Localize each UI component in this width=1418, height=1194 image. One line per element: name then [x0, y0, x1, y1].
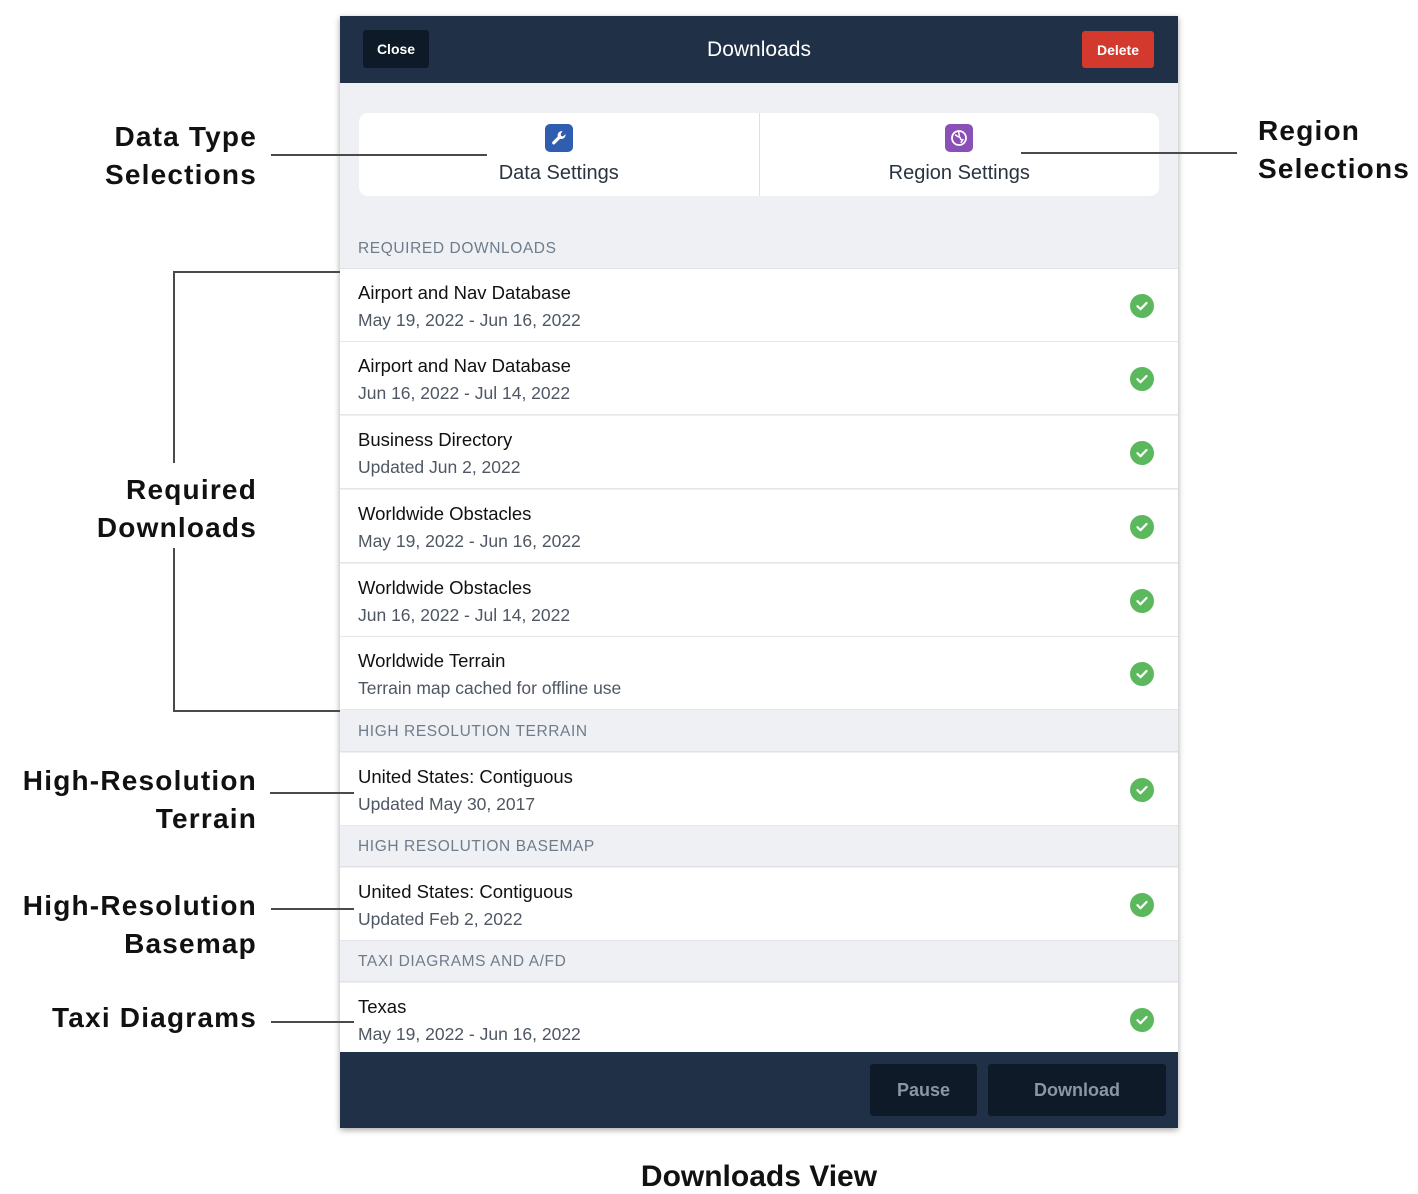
wrench-icon [544, 124, 573, 152]
bracket-line [173, 710, 340, 712]
callout-hr-basemap: High-Resolution Basemap [4, 887, 257, 963]
checkmark-icon [1130, 893, 1154, 917]
callout-line-1: Required [126, 474, 257, 505]
callout-line-1: Region [1258, 115, 1361, 146]
close-button[interactable]: Close [363, 30, 429, 68]
page-title: Downloads [707, 38, 811, 61]
callout-data-type: Data Type Selections [40, 118, 257, 194]
checkmark-icon [1130, 1008, 1154, 1032]
bracket-line [173, 271, 340, 273]
item-subtitle: May 19, 2022 - Jun 16, 2022 [358, 1024, 581, 1044]
checkmark-icon [1130, 515, 1154, 539]
section-header-taxi: TAXI DIAGRAMS AND A/FD [340, 942, 1178, 982]
callout-required: Required Downloads [40, 471, 257, 547]
top-bar: Close Downloads Delete [340, 16, 1178, 83]
item-subtitle: Jun 16, 2022 - Jul 14, 2022 [358, 383, 571, 403]
download-button[interactable]: Download [988, 1064, 1166, 1116]
region-settings-label: Region Settings [888, 162, 1030, 184]
checkmark-icon [1130, 662, 1154, 686]
section-header-basemap: HIGH RESOLUTION BASEMAP [340, 827, 1178, 867]
item-title: Worldwide Obstacles [358, 577, 532, 598]
leader-line [271, 154, 487, 156]
item-title: Worldwide Obstacles [358, 503, 532, 524]
region-settings-button[interactable]: Region Settings [758, 113, 1160, 196]
callout-taxi: Taxi Diagrams [20, 999, 257, 1037]
callout-line-1: Taxi Diagrams [52, 1002, 257, 1033]
bottom-bar: Pause Download [340, 1052, 1178, 1128]
item-subtitle: Jun 16, 2022 - Jul 14, 2022 [358, 605, 571, 625]
figure-caption: Downloads View [640, 1160, 878, 1193]
callout-line-1: High-Resolution [22, 765, 257, 796]
section-header-terrain: HIGH RESOLUTION TERRAIN [340, 712, 1178, 752]
data-settings-label: Data Settings [498, 162, 619, 184]
list-item[interactable]: Airport and Nav Database Jun 16, 2022 - … [340, 342, 1178, 415]
list-item[interactable]: United States: Contiguous Updated Feb 2,… [340, 868, 1178, 941]
item-title: Texas [358, 996, 407, 1017]
callout-region: Region Selections [1258, 112, 1418, 188]
item-title: Worldwide Terrain [358, 650, 506, 671]
list-item[interactable]: Worldwide Obstacles Jun 16, 2022 - Jul 1… [340, 564, 1178, 637]
callout-line-1: Data Type [114, 121, 257, 152]
leader-line [270, 792, 354, 794]
item-subtitle: Updated Jun 2, 2022 [358, 457, 521, 477]
list-item[interactable]: Business Directory Updated Jun 2, 2022 [340, 416, 1178, 489]
item-title: Business Directory [358, 429, 513, 450]
callout-line-2: Downloads [96, 512, 257, 543]
leader-line [1021, 152, 1237, 154]
checkmark-icon [1130, 589, 1154, 613]
checkmark-icon [1130, 441, 1154, 465]
bracket-line [173, 548, 175, 712]
leader-line [271, 1021, 354, 1023]
item-subtitle: May 19, 2022 - Jun 16, 2022 [358, 531, 581, 551]
item-title: Airport and Nav Database [358, 355, 571, 376]
checkmark-icon [1130, 367, 1154, 391]
item-title: United States: Contiguous [358, 766, 573, 787]
list-item[interactable]: Worldwide Terrain Terrain map cached for… [340, 637, 1178, 710]
item-subtitle: Updated May 30, 2017 [358, 794, 536, 814]
globe-icon [945, 124, 974, 152]
item-subtitle: Terrain map cached for offline use [358, 678, 622, 698]
item-title: United States: Contiguous [358, 881, 573, 902]
checkmark-icon [1130, 294, 1154, 318]
list-item[interactable]: Worldwide Obstacles May 19, 2022 - Jun 1… [340, 490, 1178, 563]
callout-hr-terrain: High-Resolution Terrain [4, 762, 257, 838]
item-subtitle: Updated Feb 2, 2022 [358, 909, 523, 929]
delete-button[interactable]: Delete [1082, 31, 1154, 68]
downloads-panel: Close Downloads Delete Data Settings Reg… [340, 16, 1178, 1128]
bracket-line [173, 271, 175, 463]
callout-line-2: Selections [104, 159, 257, 190]
callout-line-2: Terrain [155, 803, 257, 834]
leader-line [271, 908, 354, 910]
callout-line-1: High-Resolution [22, 890, 257, 921]
callout-line-2: Basemap [124, 928, 257, 959]
checkmark-icon [1130, 778, 1154, 802]
list-item[interactable]: Airport and Nav Database May 19, 2022 - … [340, 269, 1178, 342]
callout-line-2: Selections [1258, 153, 1411, 184]
item-title: Airport and Nav Database [358, 282, 571, 303]
item-subtitle: May 19, 2022 - Jun 16, 2022 [358, 310, 581, 330]
list-item[interactable]: Texas May 19, 2022 - Jun 16, 2022 [340, 983, 1178, 1056]
pause-button[interactable]: Pause [870, 1064, 977, 1116]
section-header-required: REQUIRED DOWNLOADS [340, 229, 1178, 269]
list-item[interactable]: United States: Contiguous Updated May 30… [340, 753, 1178, 826]
